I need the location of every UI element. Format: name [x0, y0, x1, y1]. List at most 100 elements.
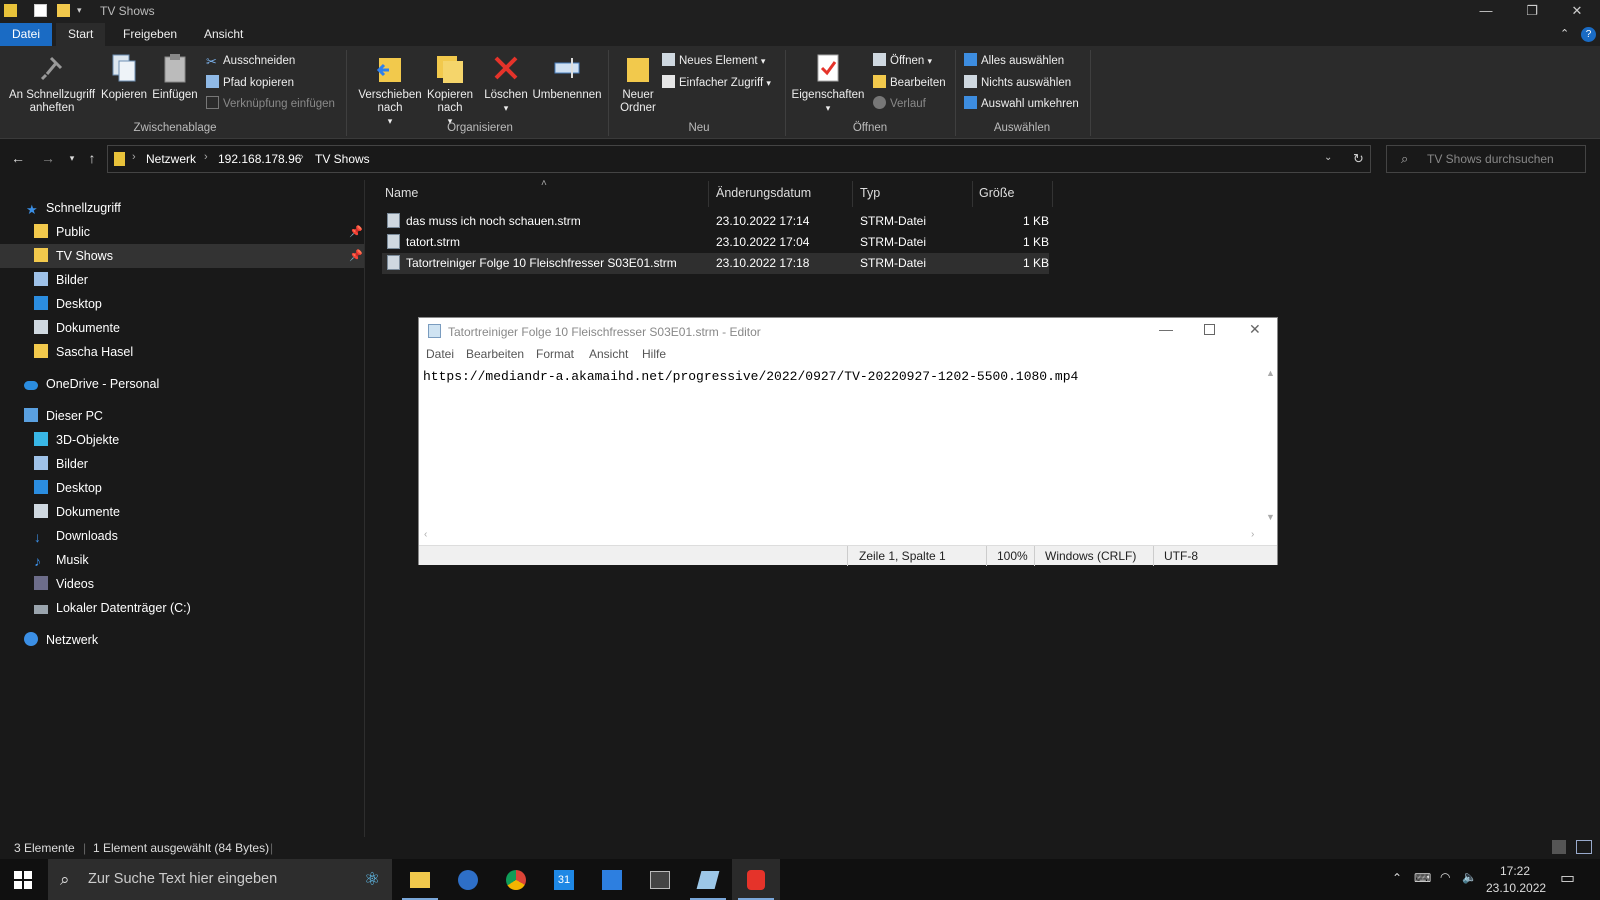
tab-view[interactable]: Ansicht: [192, 23, 255, 46]
notepad-title-bar[interactable]: Tatortreiniger Folge 10 Fleischfresser S…: [419, 318, 1277, 344]
nav-item-public[interactable]: Public 📌: [34, 220, 364, 244]
taskbar-thunderbird[interactable]: [444, 859, 492, 900]
nav-network[interactable]: Netzwerk: [24, 628, 98, 652]
file-row-selected[interactable]: Tatortreiniger Folge 10 Fleischfresser S…: [382, 253, 1049, 274]
taskbar-mediathekview[interactable]: [636, 859, 684, 900]
paste-button[interactable]: Einfügen: [150, 52, 200, 102]
wifi-icon[interactable]: ◠: [1440, 870, 1450, 884]
folder-icon[interactable]: [4, 4, 17, 17]
taskbar-notepad[interactable]: [684, 859, 732, 900]
nav-item-desktop[interactable]: Desktop: [34, 292, 102, 316]
action-center-icon[interactable]: ▭: [1560, 868, 1575, 888]
scroll-up-arrow-icon[interactable]: ▲: [1266, 368, 1275, 378]
taskbar-search-box[interactable]: ⌕ Zur Suche Text hier eingeben ⚛: [48, 859, 392, 900]
notepad-menu-file[interactable]: Datei: [426, 347, 454, 361]
nav-item-tv-shows[interactable]: TV Shows 📌: [0, 244, 364, 268]
volume-icon[interactable]: 🔈: [1462, 870, 1477, 884]
nav-item-pc-dokumente[interactable]: Dokumente: [34, 500, 120, 524]
nav-item-3d-objects[interactable]: 3D-Objekte: [34, 428, 119, 452]
notepad-close-button[interactable]: ✕: [1249, 321, 1261, 338]
up-arrow-icon[interactable]: ↑: [82, 150, 102, 166]
tab-share[interactable]: Freigeben: [111, 23, 189, 46]
nav-this-pc[interactable]: Dieser PC: [24, 404, 103, 428]
scroll-right-arrow-icon[interactable]: ›: [1251, 529, 1254, 540]
notepad-minimize-button[interactable]: —: [1159, 321, 1173, 337]
minimize-button[interactable]: —: [1463, 0, 1509, 23]
notepad-menu-help[interactable]: Hilfe: [642, 347, 666, 361]
file-row[interactable]: das muss ich noch schauen.strm 23.10.202…: [382, 211, 1049, 232]
paste-shortcut-button[interactable]: Verknüpfung einfügen: [206, 95, 335, 113]
column-separator[interactable]: [852, 181, 853, 207]
nav-onedrive[interactable]: OneDrive - Personal: [24, 372, 159, 396]
notepad-menu-edit[interactable]: Bearbeiten: [466, 347, 524, 361]
keyboard-layout-icon[interactable]: ⌨: [1414, 871, 1431, 885]
windows-start-icon[interactable]: [14, 871, 32, 892]
forward-arrow-icon[interactable]: →: [38, 150, 58, 166]
address-dropdown-icon[interactable]: ⌄: [1324, 152, 1332, 163]
easy-access-button[interactable]: Einfacher Zugriff ▾: [662, 74, 771, 92]
nav-item-pc-desktop[interactable]: Desktop: [34, 476, 102, 500]
nav-item-musik[interactable]: ♪ Musik: [34, 548, 89, 572]
details-view-icon[interactable]: [1552, 840, 1566, 854]
breadcrumb-host[interactable]: 192.168.178.96: [218, 152, 301, 166]
nav-item-local-disk[interactable]: Lokaler Datenträger (C:): [34, 596, 191, 620]
notepad-vertical-scrollbar[interactable]: ▲ ▼: [1263, 364, 1277, 528]
breadcrumb-tvshows[interactable]: TV Shows: [315, 152, 370, 166]
scroll-left-arrow-icon[interactable]: ‹: [424, 529, 427, 540]
select-none-button[interactable]: Nichts auswählen: [964, 74, 1071, 92]
notepad-horizontal-scrollbar[interactable]: ‹ ›: [419, 528, 1263, 544]
new-folder-button[interactable]: Neuer Ordner: [614, 52, 662, 115]
clock-time[interactable]: 17:22: [1500, 864, 1530, 878]
close-button[interactable]: ✕: [1554, 0, 1600, 23]
rename-button[interactable]: Umbenennen: [530, 52, 604, 102]
nav-item-videos[interactable]: Videos: [34, 572, 94, 596]
tab-file[interactable]: Datei: [0, 23, 53, 46]
cut-button[interactable]: ✂ Ausschneiden: [206, 52, 295, 70]
clock-date[interactable]: 23.10.2022: [1486, 881, 1546, 895]
notepad-menu-view[interactable]: Ansicht: [589, 347, 628, 361]
move-to-button[interactable]: Verschieben nach ▾: [356, 52, 424, 128]
tray-expand-icon[interactable]: ⌃: [1392, 871, 1402, 885]
breadcrumb-network[interactable]: Netzwerk: [146, 152, 196, 166]
new-folder-quick-icon[interactable]: [57, 4, 70, 17]
column-name-header[interactable]: Name: [385, 186, 418, 200]
column-separator[interactable]: [1052, 181, 1053, 207]
pin-icon[interactable]: 📌: [349, 244, 363, 268]
taskbar-chrome[interactable]: [492, 859, 540, 900]
customize-quick-access-icon[interactable]: ▾: [77, 4, 90, 17]
copy-to-button[interactable]: Kopieren nach ▾: [424, 52, 476, 128]
open-button[interactable]: Öffnen ▾: [873, 52, 932, 70]
properties-quick-icon[interactable]: [34, 4, 47, 17]
new-item-button[interactable]: Neues Element ▾: [662, 52, 765, 70]
taskbar-app-active[interactable]: [732, 859, 780, 900]
search-input[interactable]: ⌕ TV Shows durchsuchen: [1386, 145, 1586, 173]
back-arrow-icon[interactable]: ←: [8, 150, 28, 166]
taskbar-calendar-app[interactable]: 31: [540, 859, 588, 900]
column-size-header[interactable]: Größe: [979, 186, 1014, 200]
pin-icon[interactable]: 📌: [349, 220, 363, 244]
notepad-menu-format[interactable]: Format: [536, 347, 574, 361]
help-icon[interactable]: ?: [1581, 27, 1596, 42]
search-highlight-icon[interactable]: ⚛: [364, 859, 380, 900]
nav-item-dokumente[interactable]: Dokumente: [34, 316, 120, 340]
edit-button[interactable]: Bearbeiten: [873, 74, 946, 92]
copy-button[interactable]: Kopieren: [100, 52, 148, 102]
notepad-maximize-button[interactable]: [1204, 324, 1215, 335]
select-all-button[interactable]: Alles auswählen: [964, 52, 1064, 70]
column-separator[interactable]: [708, 181, 709, 207]
address-bar[interactable]: › Netzwerk › 192.168.178.96 › TV Shows ⌄…: [107, 145, 1371, 173]
column-type-header[interactable]: Typ: [860, 186, 880, 200]
nav-item-pc-bilder[interactable]: Bilder: [34, 452, 88, 476]
recent-locations-icon[interactable]: ▾: [62, 153, 82, 164]
refresh-icon[interactable]: ↻: [1353, 151, 1364, 167]
file-row[interactable]: tatort.strm 23.10.2022 17:04 STRM-Datei …: [382, 232, 1049, 253]
notepad-text-area[interactable]: https://mediandr-a.akamaihd.net/progress…: [423, 369, 1078, 384]
taskbar-calendar[interactable]: [588, 859, 636, 900]
delete-button[interactable]: Löschen ▾: [482, 52, 530, 115]
properties-button[interactable]: Eigenschaften ▾: [790, 52, 866, 115]
collapse-ribbon-icon[interactable]: ⌃: [1560, 27, 1569, 40]
nav-item-sascha-hasel[interactable]: Sascha Hasel: [34, 340, 133, 364]
copy-path-button[interactable]: Pfad kopieren: [206, 74, 294, 92]
column-separator[interactable]: [972, 181, 973, 207]
column-date-header[interactable]: Änderungsdatum: [716, 186, 811, 200]
